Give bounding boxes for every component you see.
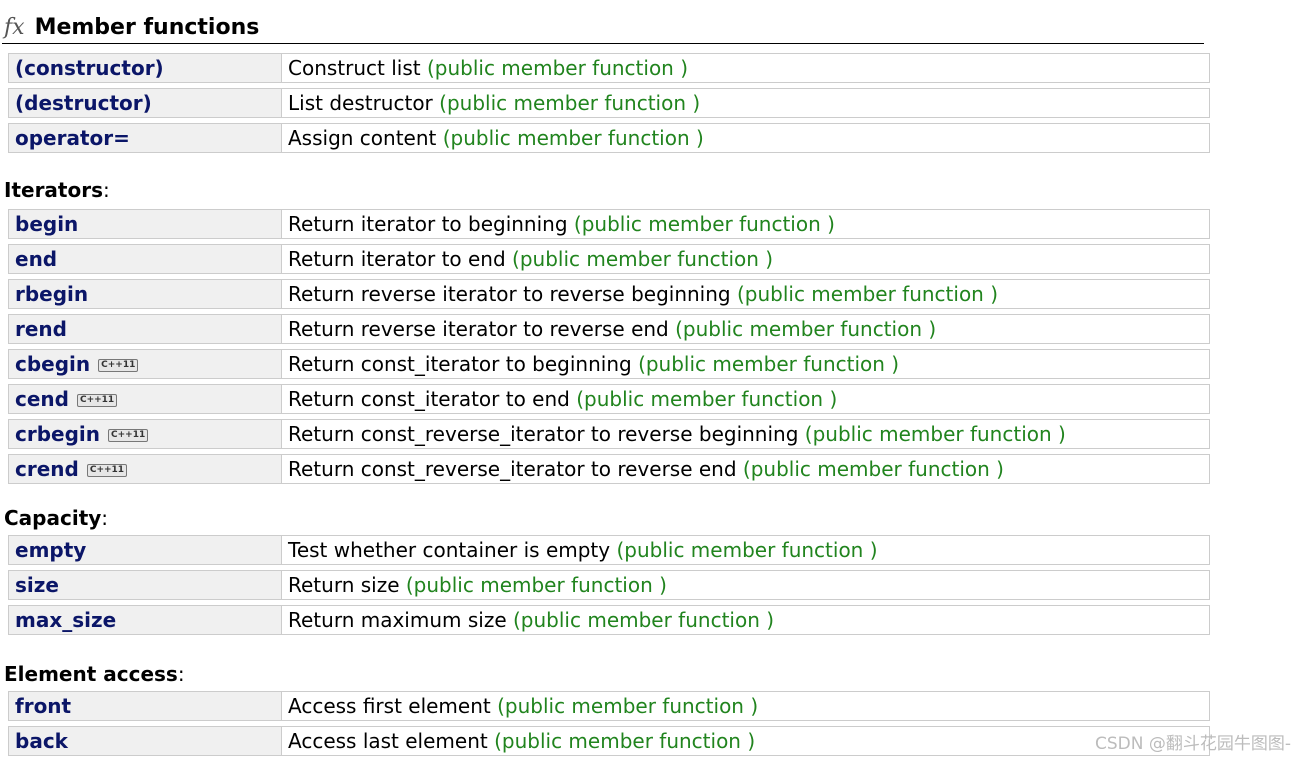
member-link[interactable]: back [15, 729, 68, 753]
table-row: empty Test whether container is empty (p… [8, 535, 1210, 565]
member-table-capacity: empty Test whether container is empty (p… [8, 530, 1210, 640]
table-row: begin Return iterator to beginning (publ… [8, 209, 1210, 239]
cpp11-badge: C++11 [86, 464, 128, 477]
table-row: size Return size (public member function… [8, 570, 1210, 600]
table-row: cbegin C++11 Return const_iterator to beg… [8, 349, 1210, 379]
member-kind: (public member function ) [675, 317, 937, 341]
member-table-general: (constructor) Construct list (public mem… [8, 48, 1210, 158]
member-table-iterators: begin Return iterator to beginning (publ… [8, 204, 1210, 489]
member-description: Return const_reverse_iterator to reverse… [288, 457, 737, 481]
member-kind: (public member function ) [494, 729, 756, 753]
member-description: Return const_iterator to end [288, 387, 570, 411]
member-kind: (public member function ) [426, 56, 689, 80]
function-icon: 𝑓𝑥 [4, 15, 25, 40]
member-kind: (public member function ) [513, 608, 775, 632]
member-link[interactable]: crbegin [15, 422, 100, 446]
member-description: Return const_reverse_iterator to reverse… [288, 422, 799, 446]
member-link[interactable]: cend [15, 387, 69, 411]
member-description: Return maximum size [288, 608, 507, 632]
member-functions-page: 𝑓𝑥 Member functions (constructor) Constr… [0, 0, 1305, 760]
table-row: max_size Return maximum size (public mem… [8, 605, 1210, 635]
cpp11-badge: C++11 [108, 429, 149, 442]
member-link[interactable]: (constructor) [15, 56, 164, 80]
table-row: (destructor) List destructor (public mem… [8, 88, 1210, 118]
member-description: Construct list [288, 56, 421, 80]
section-label-capacity: Capacity: [4, 506, 109, 530]
table-row: cend C++11 Return const_iterator to end (… [8, 384, 1210, 414]
member-kind: (public member function ) [616, 538, 878, 562]
member-link[interactable]: rbegin [15, 282, 88, 306]
member-kind: (public member function ) [439, 91, 701, 115]
table-row: front Access first element (public membe… [8, 691, 1210, 721]
member-kind: (public member function ) [442, 126, 704, 150]
member-description: Return size [288, 573, 400, 597]
member-description: Return reverse iterator to reverse end [288, 317, 669, 341]
member-description: Access last element [288, 729, 488, 753]
member-table-element-access: front Access first element (public membe… [8, 686, 1210, 761]
cpp11-badge: C++11 [98, 359, 139, 372]
member-description: Return reverse iterator to reverse begin… [288, 282, 731, 306]
member-link[interactable]: rend [15, 317, 67, 341]
member-description: Test whether container is empty [288, 538, 611, 562]
member-link[interactable]: (destructor) [15, 91, 152, 115]
member-kind: (public member function ) [573, 212, 835, 236]
member-description: Return iterator to end [288, 247, 506, 271]
table-row: rend Return reverse iterator to reverse … [8, 314, 1210, 344]
member-link[interactable]: max_size [15, 608, 116, 632]
member-link[interactable]: front [15, 694, 71, 718]
member-link[interactable]: size [15, 573, 59, 597]
table-row: crend C++11 Return const_reverse_iterator… [8, 454, 1210, 484]
section-header: 𝑓𝑥 Member functions [2, 12, 1204, 44]
member-link[interactable]: crend [15, 457, 79, 481]
table-row: crbegin C++11 Return const_reverse_iterat… [8, 419, 1210, 449]
member-link[interactable]: empty [15, 538, 86, 562]
member-link[interactable]: end [15, 247, 57, 271]
member-link[interactable]: cbegin [15, 352, 90, 376]
table-row: end Return iterator to end (public membe… [8, 244, 1210, 274]
member-description: Access first element [288, 694, 491, 718]
member-kind: (public member function ) [638, 352, 900, 376]
member-kind: (public member function ) [405, 573, 667, 597]
member-description: Assign content [288, 126, 437, 150]
section-label-element-access: Element access: [4, 662, 185, 686]
watermark-text: CSDN @翻斗花园牛图图- [1094, 734, 1291, 754]
table-row: (constructor) Construct list (public mem… [8, 53, 1210, 83]
cpp11-badge: C++11 [76, 394, 118, 407]
member-kind: (public member function ) [736, 282, 999, 306]
member-link[interactable]: operator= [15, 126, 130, 150]
table-row: back Access last element (public member … [8, 726, 1210, 756]
member-kind: (public member function ) [742, 457, 1004, 481]
table-row: rbegin Return reverse iterator to revers… [8, 279, 1210, 309]
member-link[interactable]: begin [15, 212, 78, 236]
section-label-iterators: Iterators: [4, 178, 110, 202]
member-kind: (public member function ) [576, 387, 838, 411]
member-kind: (public member function ) [497, 694, 759, 718]
table-row: operator= Assign content (public member … [8, 123, 1210, 153]
member-description: Return iterator to beginning [288, 212, 568, 236]
page-title: Member functions [34, 15, 260, 40]
member-description: Return const_iterator to beginning [288, 352, 632, 376]
member-kind: (public member function ) [804, 422, 1066, 446]
member-description: List destructor [288, 91, 433, 115]
member-kind: (public member function ) [512, 247, 774, 271]
